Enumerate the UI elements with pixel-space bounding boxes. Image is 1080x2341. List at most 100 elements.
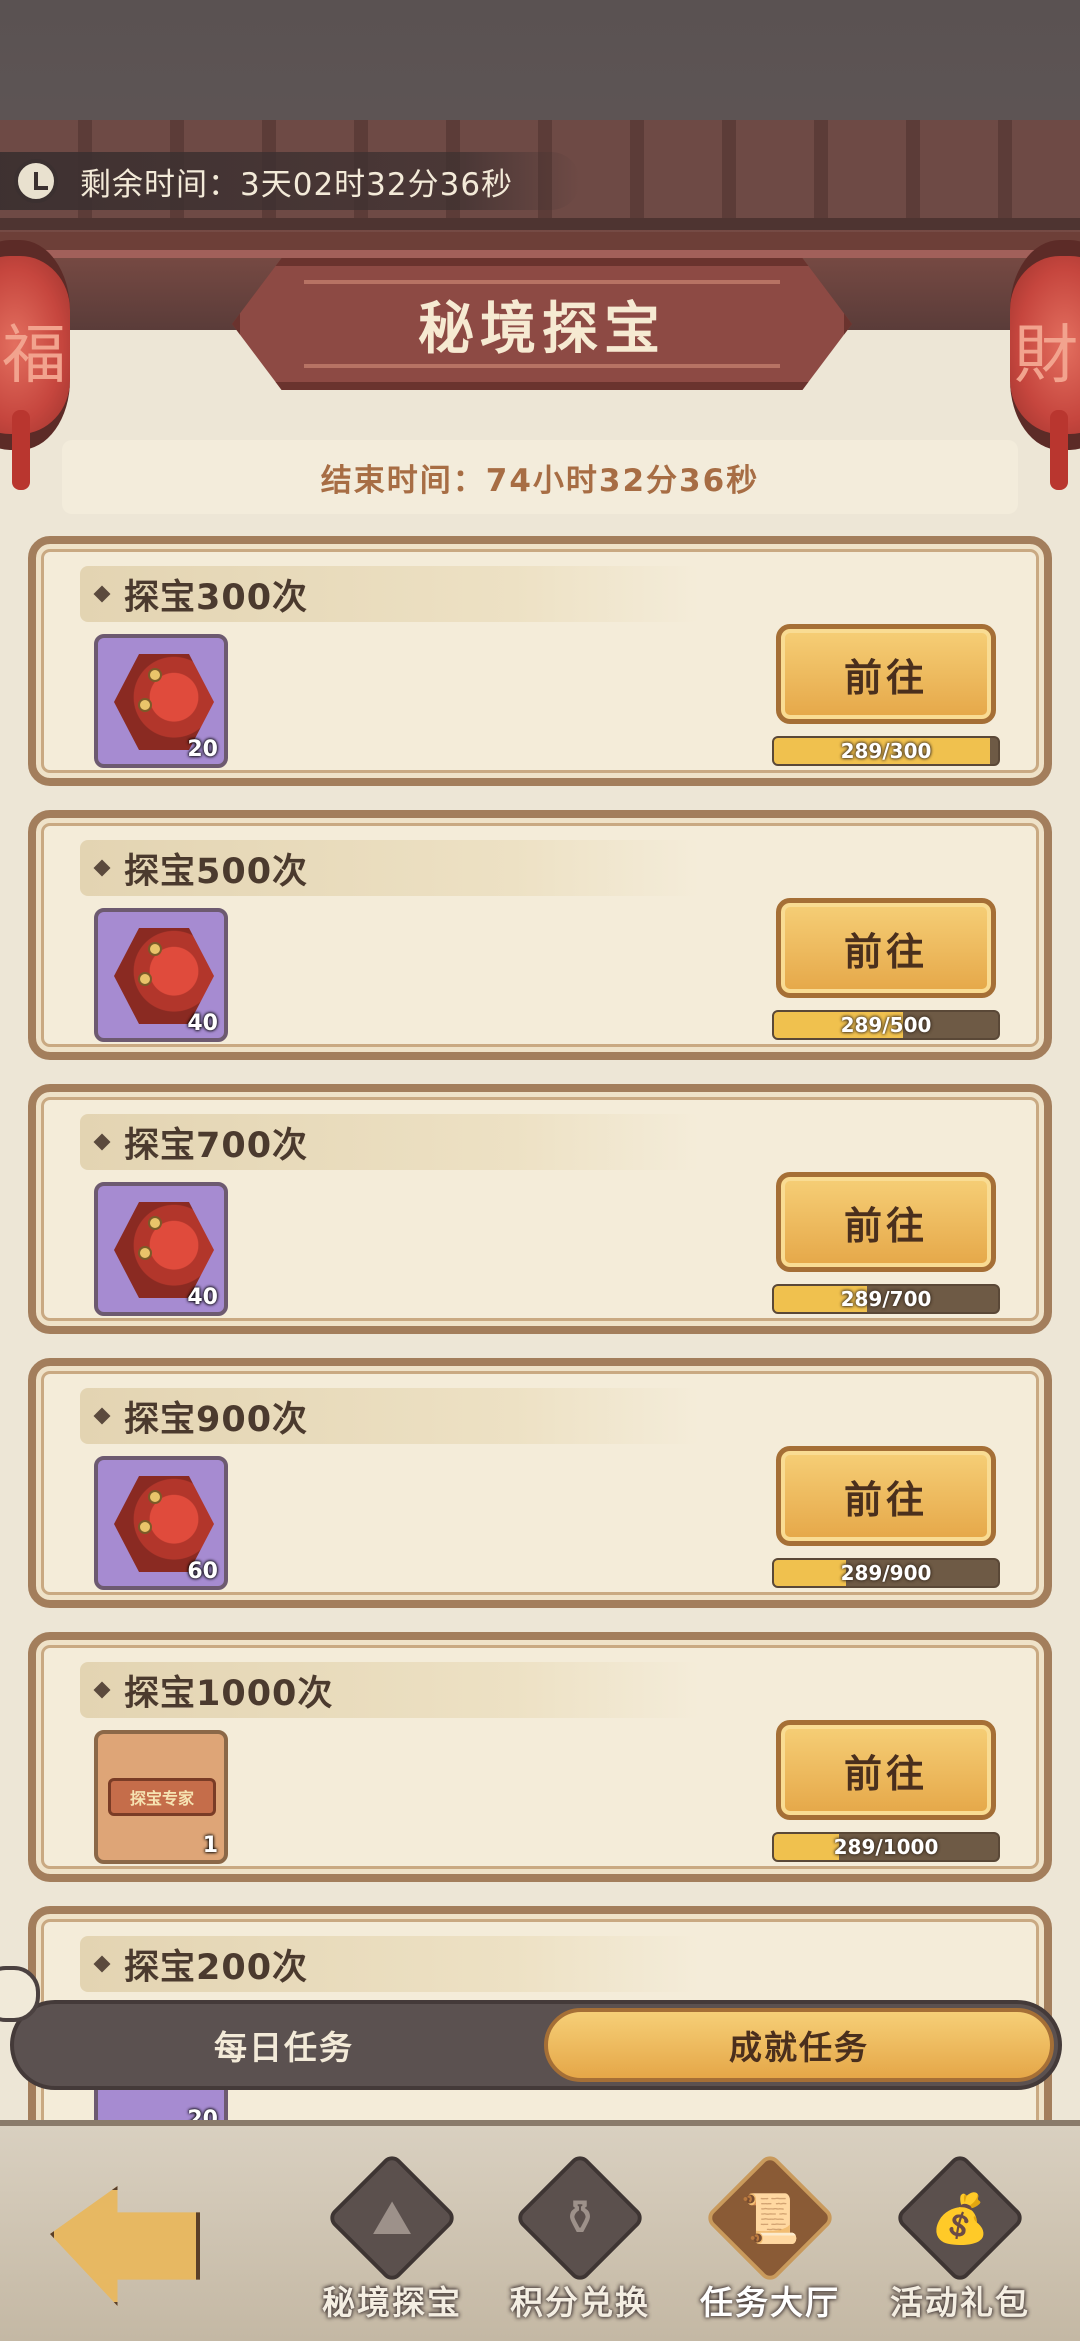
- lantern-tassel-left: [12, 410, 30, 490]
- gem-icon: [114, 654, 214, 750]
- task-card: 探宝900次 60 前往 289/900: [28, 1358, 1052, 1608]
- gem-stud-icon: [148, 1216, 162, 1230]
- task-title: 探宝200次: [124, 1947, 309, 1988]
- task-card: 探宝1000次 探宝专家 1 前往 289/1000: [28, 1632, 1052, 1882]
- title-scroll-icon: 探宝专家: [108, 1778, 216, 1816]
- reward-count: 1: [202, 1833, 218, 1858]
- gem-icon: [114, 928, 214, 1024]
- back-arrow-icon[interactable]: [50, 2186, 200, 2306]
- nav-label: 积分兑换: [510, 2283, 650, 2322]
- go-button[interactable]: 前往: [776, 898, 996, 998]
- go-button[interactable]: 前往: [776, 624, 996, 724]
- lantern-left: 福: [0, 240, 70, 450]
- bottom-nav: ⛰ 秘境探宝 ⚱ 积分兑换 📜 任务大厅 💰 活动礼包: [0, 2120, 1080, 2341]
- go-button[interactable]: 前往: [776, 1172, 996, 1272]
- scroll-glyph: 📜: [740, 2190, 800, 2247]
- title-plaque: 秘境探宝: [232, 258, 852, 390]
- lantern-tassel-right: [1050, 410, 1068, 490]
- gem-stud-icon: [148, 942, 162, 956]
- progress-text: 289/500: [840, 1013, 932, 1037]
- nav-item-treasure[interactable]: ⛰ 秘境探宝: [302, 2151, 482, 2328]
- task-title: 探宝1000次: [124, 1673, 334, 1714]
- task-title-bar: 探宝1000次: [80, 1662, 700, 1718]
- nav-item-gift-pack[interactable]: 💰 活动礼包: [870, 2151, 1050, 2328]
- progress-bar: 289/1000: [772, 1832, 1000, 1862]
- task-title-bar: 探宝300次: [80, 566, 700, 622]
- gem-icon: [114, 1476, 214, 1572]
- gem-icon: [114, 1202, 214, 1298]
- go-button-label: 前往: [843, 929, 928, 974]
- gem-stud-icon: [138, 972, 152, 986]
- reward-item[interactable]: 探宝专家 1: [94, 1730, 228, 1864]
- go-button[interactable]: 前往: [776, 1446, 996, 1546]
- reward-count: 60: [187, 1559, 218, 1584]
- task-title: 探宝700次: [124, 1125, 309, 1166]
- tab-achievement-label: 成就任务: [729, 2028, 869, 2067]
- end-time-bar: 结束时间：74小时32分36秒: [62, 440, 1018, 514]
- reward-item[interactable]: 40: [94, 908, 228, 1042]
- task-title-bar: 探宝700次: [80, 1114, 700, 1170]
- diamond-bullet-icon: [93, 1955, 111, 1973]
- go-button-label: 前往: [843, 1751, 928, 1796]
- gem-stud-icon: [148, 1490, 162, 1504]
- reward-count: 40: [187, 1011, 218, 1036]
- gem-stud-icon: [148, 668, 162, 682]
- clock-icon: [14, 159, 58, 203]
- nav-label: 秘境探宝: [322, 2283, 462, 2322]
- tab-achievement-tasks[interactable]: 成就任务: [544, 2008, 1054, 2082]
- pot-glyph: ⚱: [559, 2190, 601, 2246]
- task-title-bar: 探宝200次: [80, 1936, 700, 1992]
- progress-bar: 289/500: [772, 1010, 1000, 1040]
- reward-count: 20: [187, 737, 218, 762]
- remaining-time-text: 剩余时间：3天02时32分36秒: [80, 166, 514, 203]
- task-title-bar: 探宝500次: [80, 840, 700, 896]
- task-card: 探宝500次 40 前往 289/500: [28, 810, 1052, 1060]
- lantern-glyph-right: 財: [1014, 319, 1078, 393]
- reward-item[interactable]: 40: [94, 1182, 228, 1316]
- go-button-label: 前往: [843, 1203, 928, 1248]
- mountain-glyph: ⛰: [371, 2189, 413, 2246]
- nav-label: 活动礼包: [890, 2283, 1030, 2322]
- task-type-tabs: 每日任务 成就任务: [10, 2000, 1062, 2090]
- scroll-label: 探宝专家: [129, 1789, 194, 1808]
- end-time-text: 结束时间：74小时32分36秒: [320, 462, 760, 499]
- tab-daily-label: 每日任务: [214, 2028, 354, 2067]
- tab-daily-tasks[interactable]: 每日任务: [24, 2008, 544, 2082]
- diamond-bullet-icon: [93, 859, 111, 877]
- task-card: 探宝700次 40 前往 289/700: [28, 1084, 1052, 1334]
- progress-bar: 289/900: [772, 1558, 1000, 1588]
- go-button-label: 前往: [843, 655, 928, 700]
- nav-label: 任务大厅: [700, 2283, 840, 2322]
- reward-item[interactable]: 20: [94, 634, 228, 768]
- gem-stud-icon: [138, 1520, 152, 1534]
- progress-text: 289/1000: [833, 1835, 939, 1859]
- go-button[interactable]: 前往: [776, 1720, 996, 1820]
- lantern-right: 財: [1010, 240, 1080, 450]
- task-title: 探宝500次: [124, 851, 309, 892]
- progress-text: 289/300: [840, 739, 932, 763]
- page-title: 秘境探宝: [418, 295, 666, 362]
- nav-item-task-hall[interactable]: 📜 任务大厅: [680, 2151, 860, 2328]
- diamond-bullet-icon: [93, 1133, 111, 1151]
- remaining-time-banner: 剩余时间：3天02时32分36秒: [0, 152, 580, 210]
- diamond-bullet-icon: [93, 585, 111, 603]
- gift-bag-glyph: 💰: [930, 2190, 990, 2247]
- task-card: 探宝300次 20 前往 289/300: [28, 536, 1052, 786]
- task-title: 探宝300次: [124, 577, 309, 618]
- progress-text: 289/700: [840, 1287, 932, 1311]
- nav-item-points-exchange[interactable]: ⚱ 积分兑换: [490, 2151, 670, 2328]
- gem-stud-icon: [138, 698, 152, 712]
- progress-text: 289/900: [840, 1561, 932, 1585]
- diamond-bullet-icon: [93, 1407, 111, 1425]
- reward-item[interactable]: 60: [94, 1456, 228, 1590]
- progress-bar: 289/700: [772, 1284, 1000, 1314]
- roof-beam: [0, 232, 1080, 258]
- diamond-bullet-icon: [93, 1681, 111, 1699]
- gem-stud-icon: [138, 1246, 152, 1260]
- lantern-glyph-left: 福: [2, 319, 66, 393]
- go-button-label: 前往: [843, 1477, 928, 1522]
- task-title-bar: 探宝900次: [80, 1388, 700, 1444]
- progress-bar: 289/300: [772, 736, 1000, 766]
- reward-count: 40: [187, 1285, 218, 1310]
- task-title: 探宝900次: [124, 1399, 309, 1440]
